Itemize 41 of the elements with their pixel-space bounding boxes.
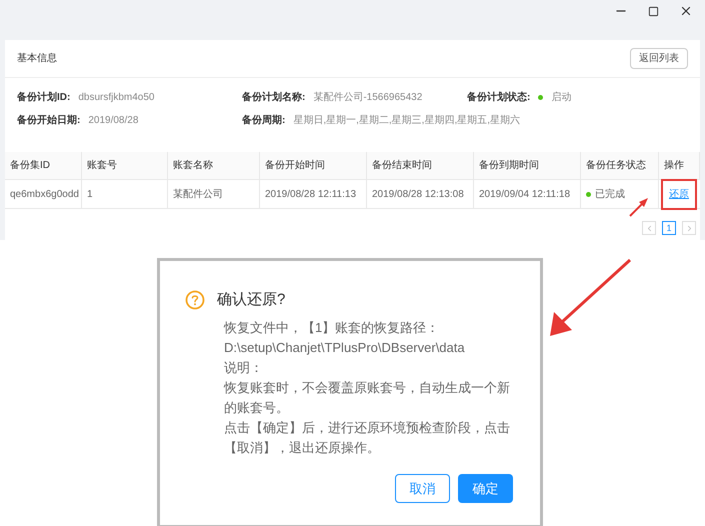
cancel-button[interactable]: 取消 [395, 474, 450, 503]
info-value: 星期日,星期一,星期二,星期三,星期四,星期五,星期六 [293, 114, 520, 128]
column-header: 账套名称 [168, 152, 260, 179]
dialog-text: 说明： [224, 358, 264, 376]
info-value: 启动 [551, 90, 572, 105]
page-button[interactable]: 1 [662, 221, 676, 235]
dialog-text: D:\setup\Chanjet\TPlusPro\DBserver\data [224, 338, 466, 357]
info-label: 备份计划ID: [17, 90, 70, 105]
column-header: 备份结束时间 [367, 152, 474, 179]
column-header: 备份集ID [5, 152, 82, 179]
table-cell: 2019/08/28 12:11:13 [260, 180, 367, 208]
annotation-arrow [628, 196, 650, 218]
column-header: 账套号 [82, 152, 168, 179]
restore-link[interactable]: 还原 [661, 178, 697, 210]
status-text: 已完成 [595, 188, 625, 202]
column-header: 操作 [659, 152, 700, 179]
confirm-button[interactable]: 确定 [458, 474, 513, 503]
dialog-title: 确认还原? [217, 290, 286, 310]
maximize-icon[interactable] [648, 6, 659, 17]
info-value: dbsursfjkbm4o50 [78, 91, 154, 105]
dialog-text: 点击【确定】后，进行还原环境预检查阶段，点击【取消】，退出还原操作。 [224, 418, 511, 456]
column-header: 备份到期时间 [474, 152, 581, 179]
dialog-text: 恢复账套时，不会覆盖原账套号，自动生成一个新的账套号。 [224, 378, 511, 416]
info-value: 某配件公司-1566965432 [313, 90, 422, 105]
back-button[interactable]: 返回列表 [630, 48, 688, 69]
close-icon[interactable] [679, 4, 693, 18]
table-cell: 1 [82, 180, 168, 208]
column-header: 备份开始时间 [260, 152, 367, 179]
table-cell: qe6mbx6g0odd [5, 180, 82, 208]
info-value: 2019/08/28 [88, 114, 138, 128]
column-header: 备份任务状态 [581, 152, 659, 179]
info-label: 备份周期: [242, 114, 286, 128]
table-cell: 某配件公司 [168, 180, 260, 208]
table-cell: 2019/09/04 12:11:18 [474, 180, 581, 208]
section-title: 基本信息 [17, 52, 57, 66]
info-label: 备份计划名称: [242, 90, 306, 105]
info-label: 备份开始日期: [17, 114, 80, 128]
question-icon [185, 290, 205, 310]
table-cell: 2019/08/28 12:13:08 [367, 180, 474, 208]
info-label: 备份计划状态: [467, 90, 530, 105]
dialog-text: 恢复文件中，【1】账套的恢复路径： [224, 318, 440, 336]
